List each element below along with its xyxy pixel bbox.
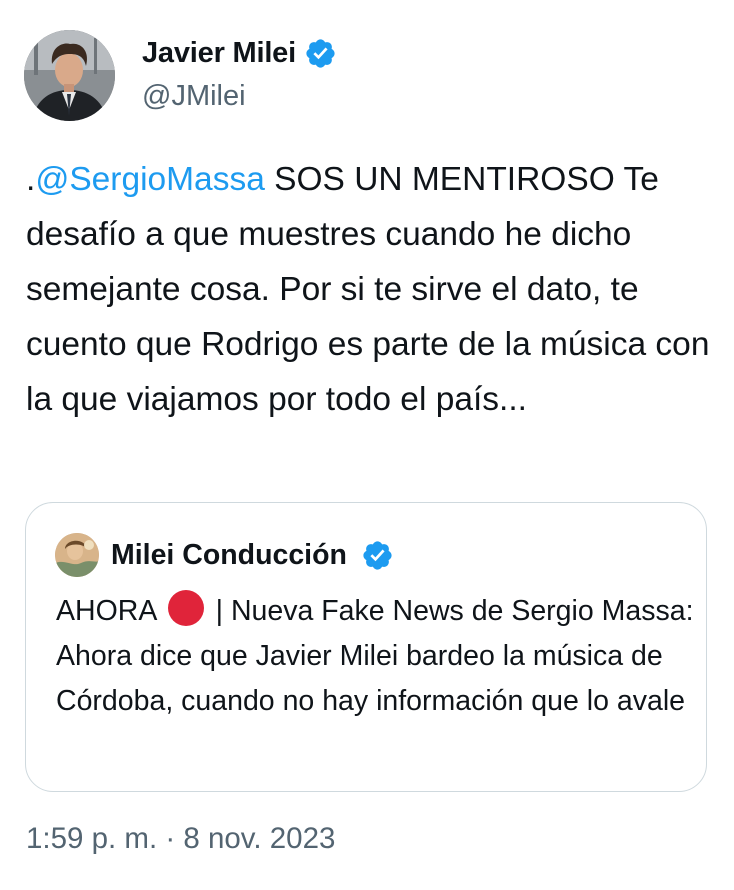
tweet-text: SOS UN MENTIROSO Te desafío a que muestr… [26, 161, 710, 418]
quoted-text-start: AHORA [56, 595, 156, 627]
author-names: Javier Milei @JMilei [142, 34, 337, 113]
author-display-name[interactable]: Javier Milei [142, 37, 296, 70]
quoted-author-display-name: Milei Conducción [111, 538, 347, 571]
verified-badge-icon [361, 539, 394, 572]
quoted-author-avatar [55, 533, 99, 577]
quoted-tweet-card[interactable]: Milei Conducción AHORA | Nueva Fake News… [25, 502, 707, 792]
quoted-tweet-body: AHORA | Nueva Fake News de Sergio Massa:… [56, 589, 696, 724]
author-name-row: Javier Milei [142, 34, 337, 72]
tweet-prefix: . [26, 161, 36, 198]
author-handle[interactable]: @JMilei [142, 80, 337, 113]
mention-link[interactable]: @SergioMassa [35, 161, 265, 198]
quoted-tweet-header: Milei Conducción [55, 533, 394, 577]
tweet-timestamp[interactable]: 1:59 p. m. · 8 nov. 2023 [26, 822, 335, 856]
verified-badge-icon[interactable] [304, 37, 337, 70]
tweet-header: Javier Milei @JMilei [24, 30, 337, 121]
red-circle-icon [167, 590, 204, 626]
tweet-body: .@SergioMassa SOS UN MENTIROSO Te desafí… [26, 152, 716, 427]
quoted-author-avatar-image [55, 533, 99, 577]
tweet: Javier Milei @JMilei .@SergioMassa SOS U… [0, 0, 734, 890]
author-avatar-image [24, 30, 115, 121]
author-avatar[interactable] [24, 30, 115, 121]
